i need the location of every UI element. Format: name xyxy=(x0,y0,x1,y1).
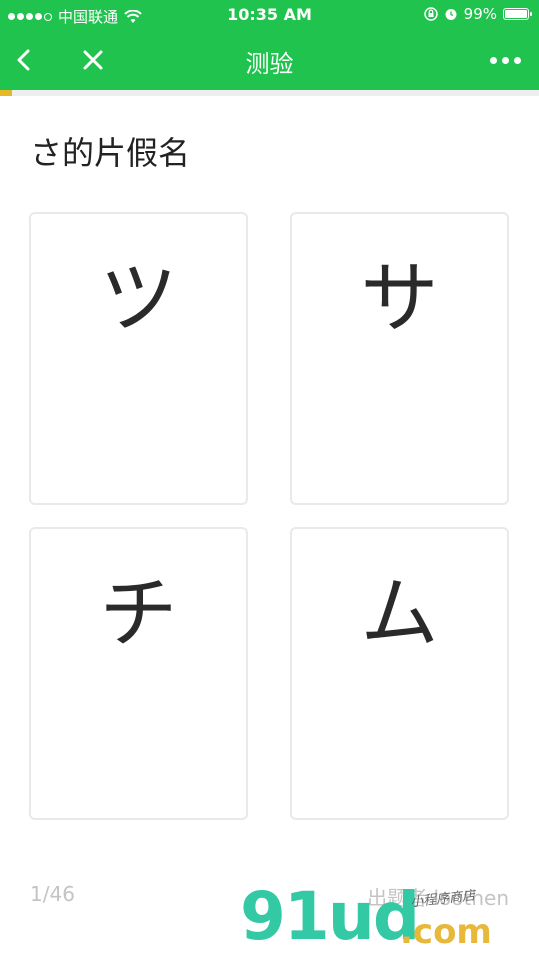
answer-option-label: サ xyxy=(360,254,439,344)
answer-option-label: ツ xyxy=(99,254,178,344)
rotation-lock-icon xyxy=(423,7,438,21)
answer-option-4[interactable]: ム xyxy=(290,527,509,820)
question-text: さ的片假名 xyxy=(30,134,191,172)
nav-bar: 测验 xyxy=(0,30,539,90)
page-title: 测验 xyxy=(245,50,294,78)
answer-option-1[interactable]: ツ xyxy=(29,212,248,505)
answer-option-3[interactable]: チ xyxy=(29,527,248,820)
progress-bar xyxy=(0,90,539,96)
watermark-sub: 小程序商店 xyxy=(409,888,476,911)
battery-percent: 99% xyxy=(463,5,497,23)
watermark-domain: .com xyxy=(400,912,492,952)
answer-option-label: ム xyxy=(360,569,439,659)
answer-option-2[interactable]: サ xyxy=(290,212,509,505)
watermark-main: 91ud xyxy=(240,878,420,955)
answer-option-label: チ xyxy=(99,569,178,659)
progress-fill xyxy=(0,90,12,96)
status-right: 99% xyxy=(423,5,532,23)
alarm-icon xyxy=(445,9,457,20)
status-bar: 中国联通 10:35 AM 99% xyxy=(0,0,539,30)
watermark-logo: 91ud 小程序商店 .com xyxy=(240,882,530,960)
battery-icon xyxy=(503,8,532,20)
more-icon[interactable] xyxy=(490,57,521,64)
question-counter: 1/46 xyxy=(30,882,75,906)
